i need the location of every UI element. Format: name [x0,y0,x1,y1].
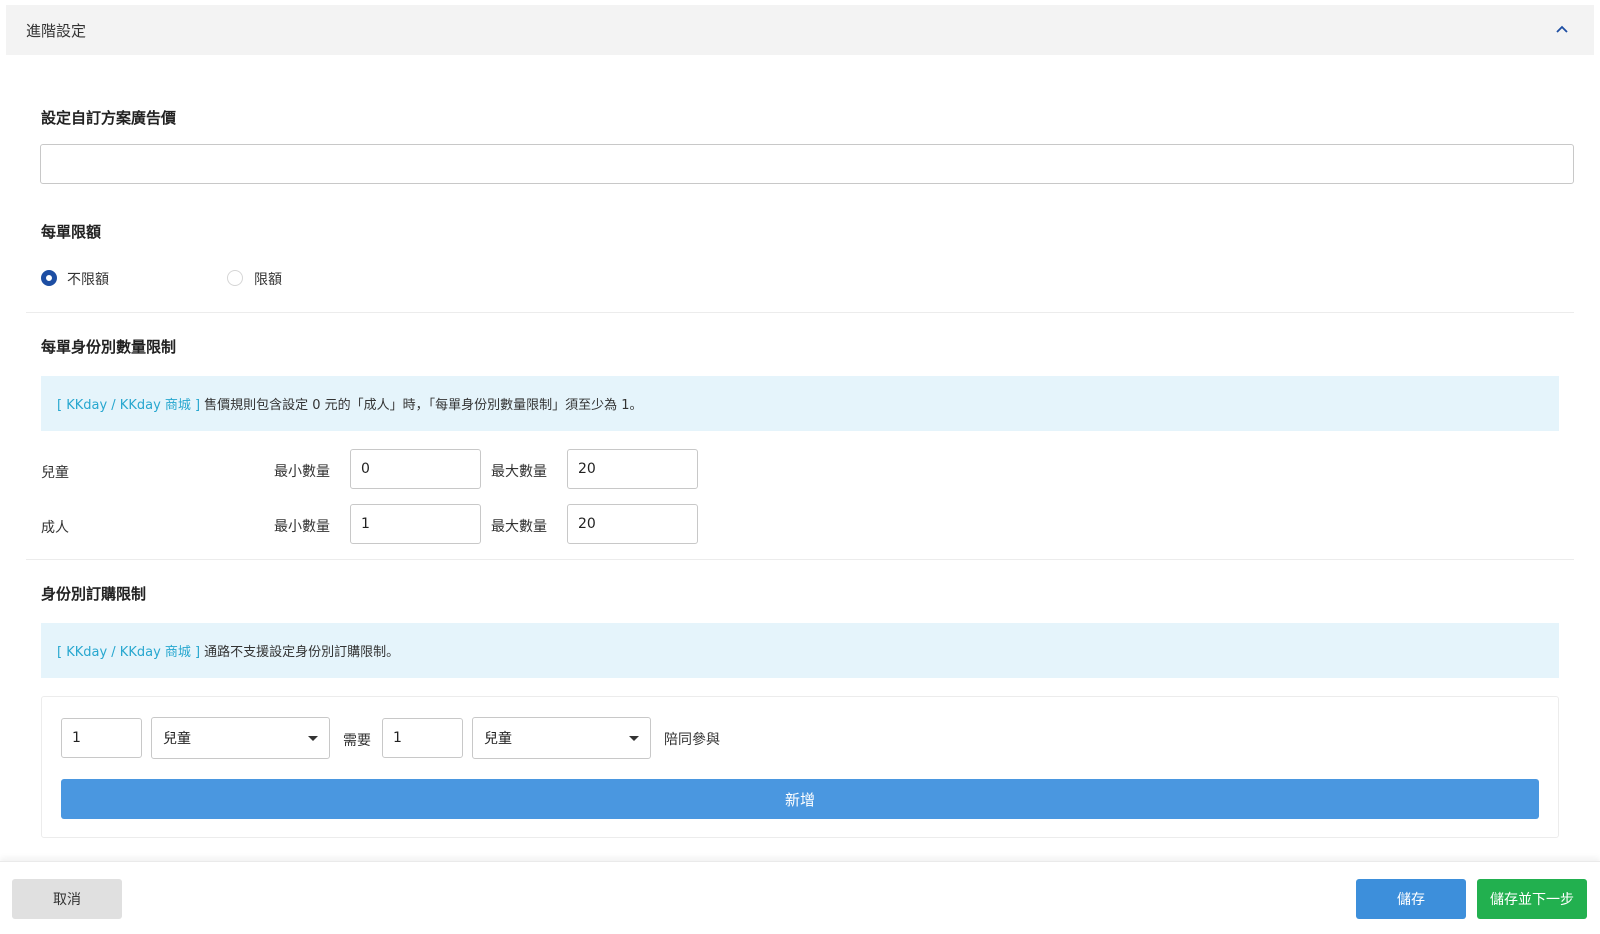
adult-min-label: 最小數量 [274,519,330,535]
cancel-button[interactable]: 取消 [12,879,122,919]
notice-tag: [ KKday / KKday 商城 ] [57,645,201,660]
need-label: 需要 [343,733,371,749]
identity-limit-notice: [ KKday / KKday 商城 ] 售價規則包含設定 0 元的「成人」時，… [41,376,1559,431]
order-limit-label: 每單限額 [41,223,102,241]
rule-need-type-value: 兒童 [484,731,512,747]
adult-max-label: 最大數量 [491,519,547,535]
save-button[interactable]: 儲存 [1356,879,1466,919]
divider [26,559,1574,560]
rule-need-qty-input[interactable]: 1 [382,718,463,758]
radio-limited[interactable] [227,270,243,286]
chevron-up-icon[interactable] [1556,25,1568,33]
accompany-label: 陪同參與 [664,732,720,748]
notice-tag: [ KKday / KKday 商城 ] [57,398,201,413]
radio-unlimited-label: 不限額 [67,272,109,288]
adult-row-label: 成人 [41,520,69,536]
rule-type-value: 兒童 [163,731,191,747]
advanced-settings-header[interactable]: 進階設定 [6,5,1594,55]
notice-text: 售價規則包含設定 0 元的「成人」時，「每單身份別數量限制」須至少為 1。 [204,398,643,413]
footer-bar: 取消 儲存 儲存並下一步 [0,861,1600,934]
caret-down-icon [308,736,318,741]
save-and-next-button[interactable]: 儲存並下一步 [1477,879,1587,919]
child-max-label: 最大數量 [491,464,547,480]
child-min-input[interactable]: 0 [350,449,481,489]
adult-min-input[interactable]: 1 [350,504,481,544]
adult-max-input[interactable]: 20 [567,504,698,544]
rule-qty-input[interactable]: 1 [61,718,142,758]
purchase-limit-label: 身份別訂購限制 [41,585,147,603]
purchase-limit-notice: [ KKday / KKday 商城 ] 通路不支援設定身份別訂購限制。 [41,623,1559,678]
ad-price-label: 設定自訂方案廣告價 [41,109,177,127]
advanced-settings-title: 進階設定 [26,22,87,40]
child-row-label: 兒童 [41,465,69,481]
add-rule-button[interactable]: 新增 [61,779,1539,819]
rule-type-select[interactable]: 兒童 [151,717,330,759]
ad-price-input[interactable] [40,144,1574,184]
child-max-input[interactable]: 20 [567,449,698,489]
child-min-label: 最小數量 [274,464,330,480]
notice-text: 通路不支援設定身份別訂購限制。 [204,645,400,660]
caret-down-icon [629,736,639,741]
radio-limited-label: 限額 [254,272,282,288]
identity-limit-label: 每單身份別數量限制 [41,338,177,356]
radio-unlimited[interactable] [41,270,57,286]
rule-need-type-select[interactable]: 兒童 [472,717,651,759]
divider [26,312,1574,313]
